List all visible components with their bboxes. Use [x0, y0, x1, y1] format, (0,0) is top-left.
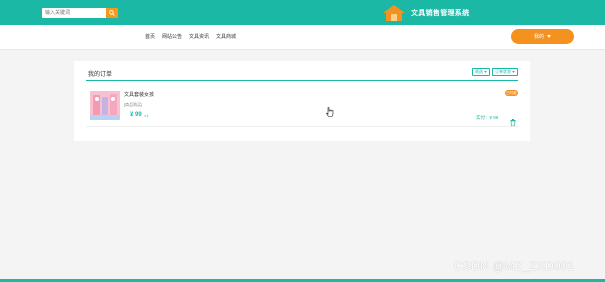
order-status-label: 订单状态: [495, 69, 511, 74]
paid-amount: 实付：¥ 99: [476, 115, 498, 121]
search-input[interactable]: [42, 8, 106, 18]
status-badge: 已付款: [505, 90, 518, 96]
logo: [382, 4, 406, 27]
site-title: 文具销售管理系统: [411, 10, 470, 17]
nav-links: 首页 网站公告 文具资讯 文具商城: [145, 33, 236, 40]
order-status-dropdown[interactable]: 订单状态: [492, 68, 518, 76]
product-image-art: [90, 91, 120, 120]
product-name[interactable]: 文具套装女孩: [124, 91, 154, 98]
search-icon: [109, 10, 115, 16]
filter-dropdown[interactable]: 筛选: [472, 68, 490, 76]
nav-announcements[interactable]: 网站公告: [162, 33, 182, 40]
watermark: CSDN @MZ_ZXD001: [454, 259, 575, 273]
orders-title: 我的订单: [88, 72, 113, 78]
product-quantity: ×1: [144, 113, 149, 118]
title-divider: [86, 80, 518, 81]
product-order-type: [商品购买]: [124, 102, 143, 107]
nav-home[interactable]: 首页: [145, 33, 155, 40]
chevron-down-icon: [484, 71, 487, 73]
paid-value: ¥ 99: [489, 115, 499, 120]
nav-mall[interactable]: 文具商城: [216, 33, 236, 40]
product-price: ¥ 99: [130, 112, 142, 118]
chevron-down-icon: [512, 71, 515, 73]
product-image[interactable]: [90, 91, 120, 120]
mine-dropdown-button[interactable]: 我的: [511, 29, 574, 44]
house-icon: [383, 5, 405, 21]
nav-news[interactable]: 文具资讯: [189, 33, 209, 40]
paid-label: 实付：: [476, 115, 490, 120]
nav-bar: 首页 网站公告 文具资讯 文具商城 我的: [0, 25, 605, 50]
orders-card: 我的订单 筛选 订单状态 文具套装女孩 [商品购买] ¥ 99 ×1 已付款 实…: [74, 61, 530, 141]
search-box: [42, 8, 118, 18]
hand-cursor-icon: [326, 104, 334, 122]
chevron-down-icon: [547, 35, 551, 38]
search-button[interactable]: [106, 8, 118, 18]
delete-order-button[interactable]: [510, 113, 516, 131]
order-row-divider: [86, 126, 518, 127]
mine-label: 我的: [533, 34, 544, 40]
filter-label: 筛选: [475, 69, 483, 74]
top-bar: 文具销售管理系统: [0, 0, 605, 25]
trash-icon: [510, 119, 516, 127]
